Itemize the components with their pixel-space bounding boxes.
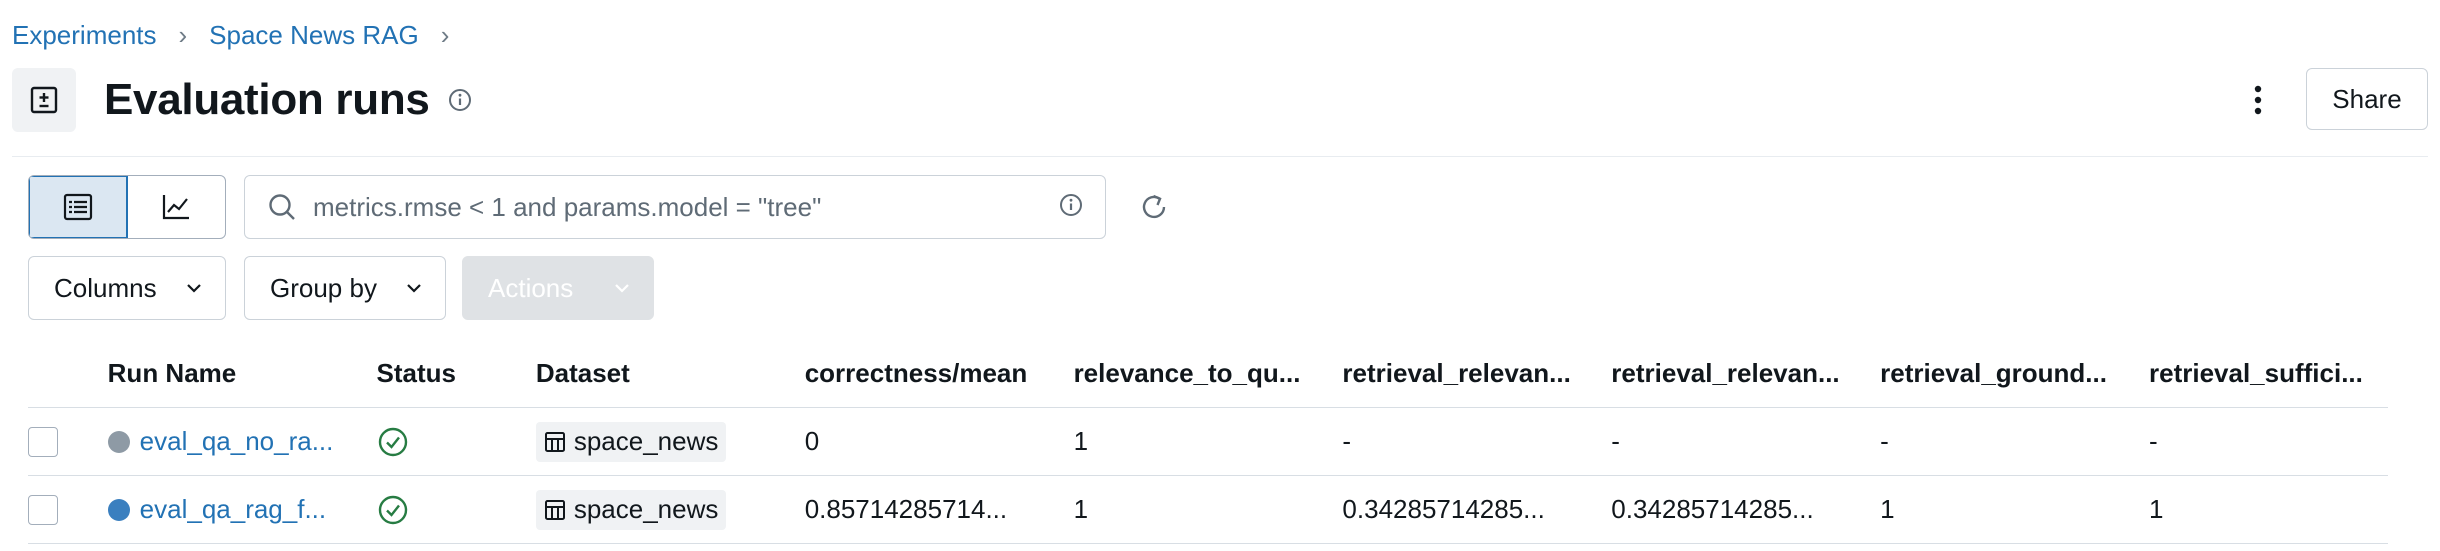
share-button[interactable]: Share — [2306, 68, 2428, 130]
metric-value: 0.34285714285... — [1611, 494, 1814, 524]
column-header-run-name[interactable]: Run Name — [108, 358, 377, 389]
metric-value: 1 — [2149, 494, 2164, 524]
column-header-metric[interactable]: correctness/mean — [805, 358, 1074, 389]
table-row: eval_qa_rag_f... space_news 0.8571428571… — [28, 476, 2388, 544]
run-name-link[interactable]: eval_qa_no_ra... — [140, 426, 334, 457]
actions-dropdown[interactable]: Actions — [462, 256, 654, 320]
row-checkbox[interactable] — [28, 494, 58, 525]
column-header-dataset[interactable]: Dataset — [536, 358, 805, 389]
dataset-name: space_news — [573, 426, 719, 456]
view-mode-toggle — [28, 175, 226, 239]
metric-value: 0 — [804, 426, 820, 456]
runs-page-icon — [12, 68, 76, 132]
more-options-icon[interactable] — [2238, 80, 2278, 120]
metric-value: - — [2149, 426, 2158, 456]
columns-dropdown[interactable]: Columns — [28, 256, 226, 320]
metric-value: 1 — [1880, 494, 1895, 524]
status-success-icon — [378, 427, 407, 456]
columns-label: Columns — [54, 272, 157, 303]
runs-table: Run Name Status Dataset correctness/mean… — [28, 340, 2388, 544]
breadcrumb-experiment-link[interactable]: Space News RAG — [209, 20, 419, 51]
header-divider — [12, 156, 2428, 157]
table-view-button[interactable] — [29, 176, 128, 238]
row-checkbox[interactable] — [28, 426, 58, 457]
dataset-tag[interactable]: space_news — [535, 489, 727, 530]
column-header-metric[interactable]: retrieval_relevan... — [1342, 358, 1611, 389]
table-icon — [544, 431, 565, 452]
metric-value: - — [1342, 426, 1352, 456]
column-header-metric[interactable]: retrieval_relevan... — [1611, 358, 1880, 389]
breadcrumb-separator: › — [440, 20, 450, 50]
breadcrumb-separator: › — [178, 20, 188, 50]
actions-label: Actions — [488, 272, 574, 303]
column-header-metric[interactable]: retrieval_suffici... — [2149, 358, 2388, 389]
chevron-down-icon — [407, 284, 421, 293]
metric-value: 0.85714285714... — [804, 494, 1008, 524]
breadcrumb: Experiments › Space News RAG › — [12, 20, 471, 51]
search-box — [244, 175, 1106, 239]
metric-value: 1 — [1073, 494, 1089, 524]
info-icon[interactable] — [448, 88, 472, 112]
column-header-metric[interactable]: retrieval_ground... — [1880, 358, 2149, 389]
run-color-dot — [107, 430, 130, 453]
dataset-tag[interactable]: space_news — [535, 421, 727, 462]
search-input[interactable] — [313, 191, 1059, 223]
group-by-dropdown[interactable]: Group by — [244, 256, 446, 320]
dataset-name: space_news — [573, 494, 719, 524]
table-row: eval_qa_no_ra... space_news 0 1 - - - - — [28, 408, 2388, 476]
search-icon — [269, 194, 295, 220]
status-success-icon — [378, 495, 407, 524]
chevron-down-icon — [615, 284, 629, 293]
refresh-icon[interactable] — [1134, 187, 1174, 227]
metric-value: 1 — [1073, 426, 1089, 456]
metric-value: - — [1880, 426, 1889, 456]
metric-value: 0.34285714285... — [1342, 494, 1545, 524]
table-header: Run Name Status Dataset correctness/mean… — [28, 340, 2388, 408]
chevron-down-icon — [187, 284, 201, 293]
group-by-label: Group by — [270, 272, 377, 303]
breadcrumb-experiments-link[interactable]: Experiments — [12, 20, 157, 51]
column-header-status[interactable]: Status — [377, 358, 536, 389]
chart-view-button[interactable] — [128, 176, 226, 238]
list-view-icon — [63, 193, 92, 221]
run-color-dot — [107, 498, 130, 521]
page-title: Evaluation runs — [104, 75, 430, 124]
column-header-metric[interactable]: relevance_to_qu... — [1074, 358, 1343, 389]
line-chart-icon — [163, 195, 190, 220]
search-info-icon[interactable] — [1059, 193, 1083, 222]
metric-value: - — [1611, 426, 1620, 456]
page-header: Evaluation runs Share — [12, 68, 2428, 132]
table-icon — [544, 499, 565, 520]
run-name-link[interactable]: eval_qa_rag_f... — [140, 494, 326, 525]
